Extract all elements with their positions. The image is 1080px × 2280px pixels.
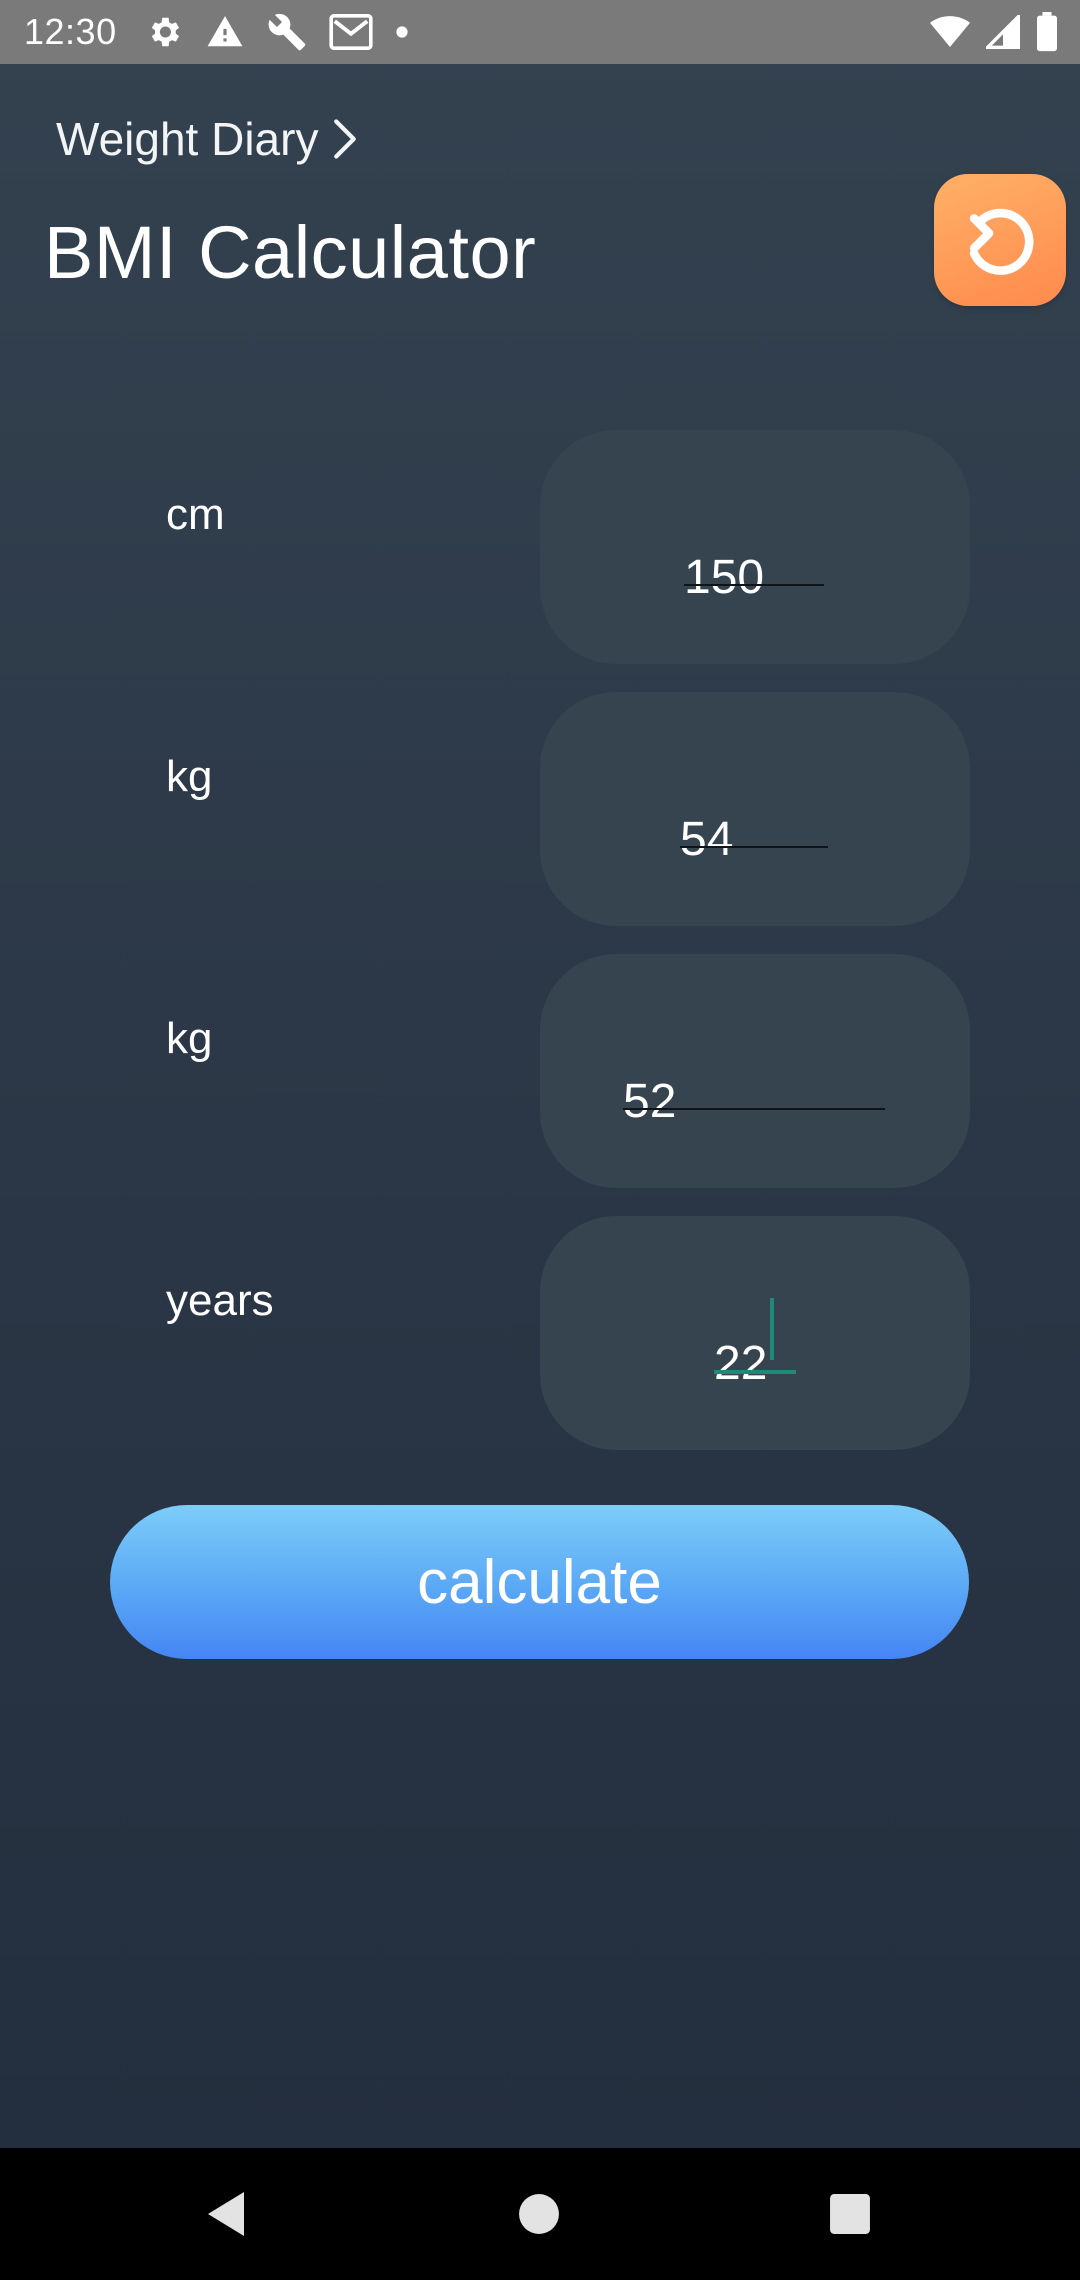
home-icon (518, 2193, 560, 2235)
recents-button[interactable] (814, 2178, 886, 2250)
target-weight-row: kg (0, 954, 1080, 1188)
gmail-icon (328, 14, 373, 50)
target-weight-input[interactable] (623, 1072, 885, 1132)
navigation-bar (0, 2148, 1080, 2280)
text-caret (770, 1298, 774, 1360)
age-underline (714, 1370, 796, 1374)
wifi-icon (930, 15, 970, 49)
age-unit-label: years (166, 1276, 274, 1325)
calculate-button[interactable]: calculate (110, 1505, 969, 1659)
height-unit-label: cm (166, 490, 225, 539)
weight-underline (680, 846, 828, 848)
home-button[interactable] (503, 2178, 575, 2250)
wrench-icon (267, 12, 307, 52)
height-field-box[interactable] (540, 430, 970, 664)
dot-icon (395, 25, 409, 39)
back-button[interactable] (190, 2178, 262, 2250)
height-underline (684, 584, 824, 586)
weight-row: kg (0, 692, 1080, 926)
target-weight-underline (623, 1108, 885, 1110)
breadcrumb[interactable]: Weight Diary (56, 112, 358, 166)
breadcrumb-label: Weight Diary (56, 113, 319, 165)
height-input[interactable] (684, 548, 824, 608)
back-icon (204, 2190, 248, 2238)
weight-unit-label: kg (166, 752, 213, 801)
refresh-icon (954, 194, 1046, 286)
settings-icon (145, 13, 183, 51)
age-field-box[interactable] (540, 1216, 970, 1450)
age-input[interactable] (714, 1334, 796, 1394)
signal-icon (986, 15, 1020, 49)
weight-field-box[interactable] (540, 692, 970, 926)
battery-icon (1036, 12, 1058, 52)
page-title: BMI Calculator (44, 211, 537, 294)
target-weight-field-box[interactable] (540, 954, 970, 1188)
status-icons-right (930, 0, 1058, 64)
reset-button[interactable] (934, 174, 1066, 306)
status-time: 12:30 (24, 11, 117, 52)
age-row: years (0, 1216, 1080, 1450)
recents-icon (829, 2193, 871, 2235)
status-bar: 12:30 (0, 0, 1080, 64)
target-weight-unit-label: kg (166, 1014, 213, 1063)
chevron-right-icon (332, 118, 358, 160)
status-icons-left (145, 12, 409, 52)
weight-input[interactable] (680, 810, 828, 870)
warning-icon (205, 13, 245, 51)
height-row: cm (0, 430, 1080, 664)
